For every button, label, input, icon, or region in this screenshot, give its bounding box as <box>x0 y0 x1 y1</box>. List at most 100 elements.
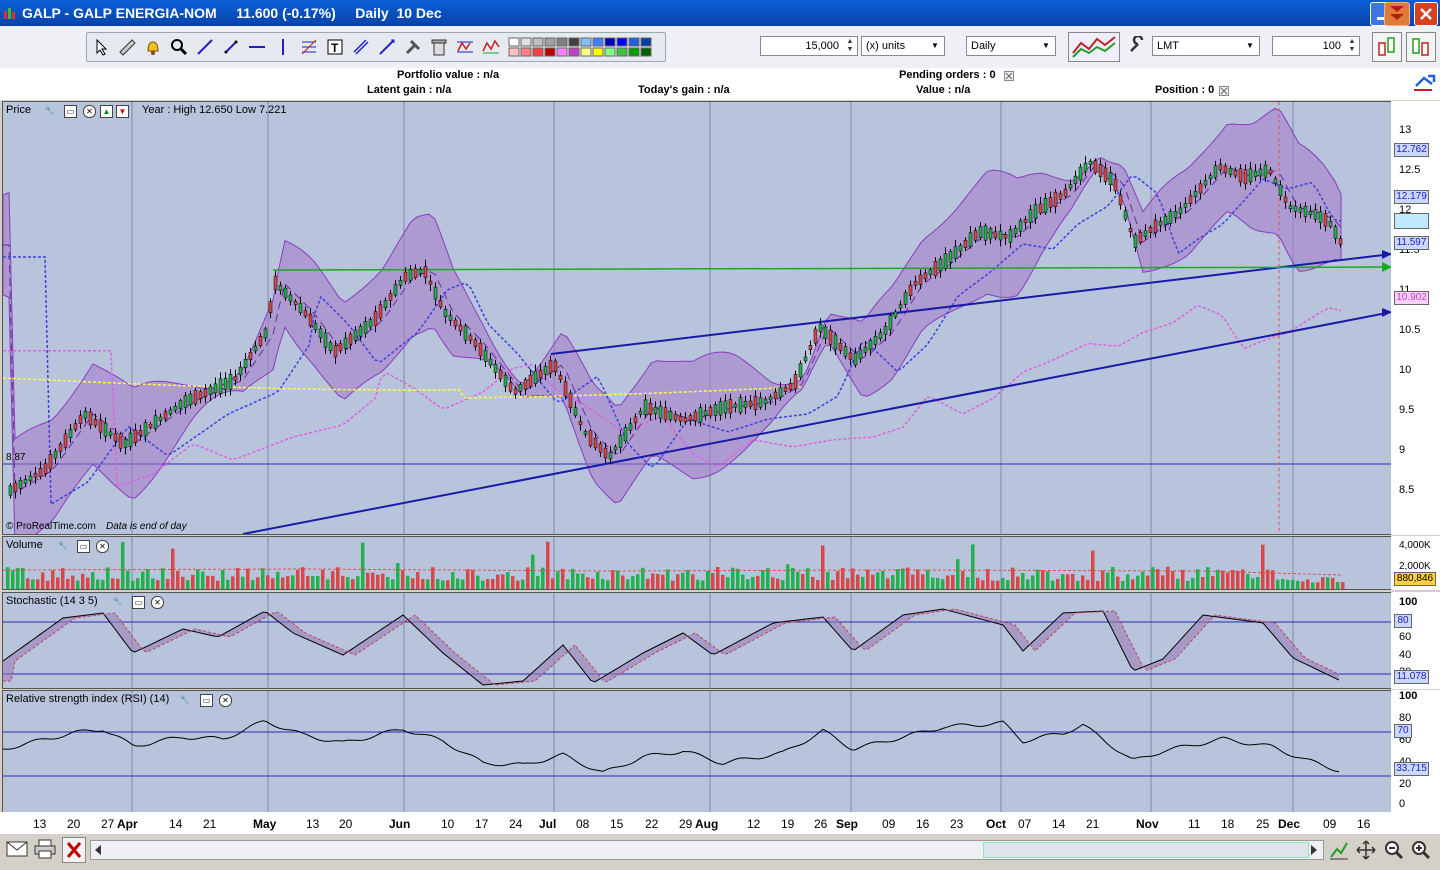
candle <box>303 310 308 317</box>
color-palette-icon[interactable] <box>507 36 661 58</box>
volume-bar <box>1301 581 1305 589</box>
amount-stepper[interactable]: 100 ▲ ▼ <box>1272 36 1360 56</box>
trash-icon[interactable] <box>429 37 449 57</box>
candle <box>153 415 158 430</box>
window-icon[interactable]: ▭ <box>77 540 90 553</box>
ray-icon[interactable] <box>377 37 397 57</box>
scroll-left-icon[interactable] <box>93 844 103 856</box>
volume-panel[interactable]: Volume 🔧 ▭ ✕ <box>2 536 1393 590</box>
candle <box>1178 207 1183 215</box>
zoom-icon[interactable] <box>169 37 189 57</box>
candle <box>358 326 363 337</box>
wave-icon[interactable] <box>481 37 501 57</box>
rsi-panel[interactable]: Relative strength index (RSI) (14) 🔧 ▭ ✕ <box>2 690 1393 813</box>
price-panel[interactable]: Price 🔧 ▭ ✕ ▲ ▼ Year : High 12.650 Low 7… <box>2 101 1393 535</box>
scroll-right-icon[interactable] <box>1309 844 1319 856</box>
portfolio-value: Portfolio value : n/a <box>397 69 500 81</box>
pointer-icon[interactable] <box>91 37 111 57</box>
position-info: Position : 0 <box>1155 84 1215 96</box>
candle <box>433 286 438 300</box>
rsi-chart[interactable] <box>3 691 1392 812</box>
price-chart[interactable] <box>3 102 1392 534</box>
stochastic-panel[interactable]: Stochastic (14 3 5) 🔧 ▭ ✕ <box>2 592 1393 689</box>
email-icon[interactable] <box>6 840 28 858</box>
quantity-stepper[interactable]: 15,000 ▲ ▼ <box>760 36 858 56</box>
window-icon[interactable]: ▭ <box>200 694 213 707</box>
close-icon[interactable]: ✕ <box>219 694 232 707</box>
alert-icon[interactable] <box>143 37 163 57</box>
chart-style-icon[interactable] <box>1068 32 1120 62</box>
buy-icon[interactable] <box>1372 32 1402 62</box>
volume-bar <box>676 574 680 589</box>
stochastic-chart[interactable] <box>3 593 1392 688</box>
zoom-out-icon[interactable] <box>1383 839 1405 861</box>
delete-icon[interactable] <box>62 837 86 863</box>
tools-icon[interactable] <box>403 37 423 57</box>
zoom-in-icon[interactable] <box>1410 839 1432 861</box>
close-icon[interactable]: ✕ <box>151 596 164 609</box>
candle <box>663 407 668 421</box>
close-icon[interactable] <box>1004 71 1014 81</box>
candle <box>963 240 968 248</box>
fit-icon[interactable] <box>1328 839 1350 861</box>
line-icon[interactable] <box>195 37 215 57</box>
sell-icon[interactable] <box>1406 32 1436 62</box>
spin-icon[interactable]: ▲ ▼ <box>1347 38 1357 54</box>
wrench-icon[interactable] <box>1128 36 1146 54</box>
down-arrow-icon[interactable]: ▼ <box>116 105 129 118</box>
candle <box>308 313 313 327</box>
wrench-icon[interactable]: 🔧 <box>44 105 55 116</box>
timeframe-select[interactable]: Daily ▼ <box>966 36 1056 56</box>
time-axis-label: May <box>253 817 277 831</box>
volume-bar <box>311 576 315 589</box>
volume-bar <box>896 569 900 589</box>
fib-icon[interactable] <box>299 37 319 57</box>
hline-icon[interactable] <box>247 37 267 57</box>
stoch-tick: 100 <box>1399 596 1418 608</box>
refresh-icon[interactable] <box>1412 72 1438 94</box>
window-icon[interactable]: ▭ <box>132 596 145 609</box>
chevron-down-icon[interactable]: ▼ <box>1039 38 1053 54</box>
channel-icon[interactable] <box>351 37 371 57</box>
up-arrow-icon[interactable]: ▲ <box>100 105 113 118</box>
menu-arrows-button[interactable] <box>1384 2 1410 26</box>
price-tick: 12.5 <box>1399 164 1421 176</box>
volume-bar <box>1031 575 1035 589</box>
scrollbar-thumb[interactable] <box>983 842 1309 858</box>
window-icon[interactable]: ▭ <box>64 105 77 118</box>
text-icon[interactable]: T <box>325 37 345 57</box>
vline-icon[interactable] <box>273 37 293 57</box>
close-icon[interactable]: ✕ <box>83 105 96 118</box>
close-icon[interactable] <box>1219 86 1229 96</box>
candle <box>708 406 713 417</box>
candle <box>1113 178 1118 192</box>
candle <box>1048 197 1053 208</box>
chevron-down-icon[interactable]: ▼ <box>928 38 942 54</box>
volume-bar <box>1321 577 1325 589</box>
chevron-down-icon[interactable]: ▼ <box>1243 38 1257 54</box>
order-type-select[interactable]: LMT ▼ <box>1152 36 1260 56</box>
candle <box>853 352 858 366</box>
units-select[interactable]: (x) units ▼ <box>861 36 945 56</box>
close-button[interactable] <box>1414 2 1438 26</box>
candle <box>633 416 638 424</box>
candle <box>643 399 648 415</box>
wrench-icon[interactable]: 🔧 <box>57 540 68 551</box>
ma-badge: 10.902 <box>1394 291 1429 305</box>
price-tick: 13 <box>1399 124 1412 136</box>
volume-chart[interactable] <box>3 537 1392 589</box>
spin-icon[interactable]: ▲ ▼ <box>845 38 855 54</box>
volume-bar <box>1306 579 1310 589</box>
wrench-icon[interactable]: 🔧 <box>112 596 123 607</box>
volume-bar <box>631 576 635 589</box>
expand-icon[interactable] <box>1355 839 1377 861</box>
wrench-icon[interactable]: 🔧 <box>179 694 190 705</box>
segment-icon[interactable] <box>221 37 241 57</box>
horizontal-scrollbar[interactable] <box>90 840 1324 860</box>
print-icon[interactable] <box>34 839 56 859</box>
close-icon[interactable]: ✕ <box>96 540 109 553</box>
volume-bar <box>566 579 570 589</box>
pattern-icon[interactable] <box>455 37 475 57</box>
last-price-badge: 11.597 <box>1394 236 1429 250</box>
ruler-icon[interactable] <box>117 37 137 57</box>
